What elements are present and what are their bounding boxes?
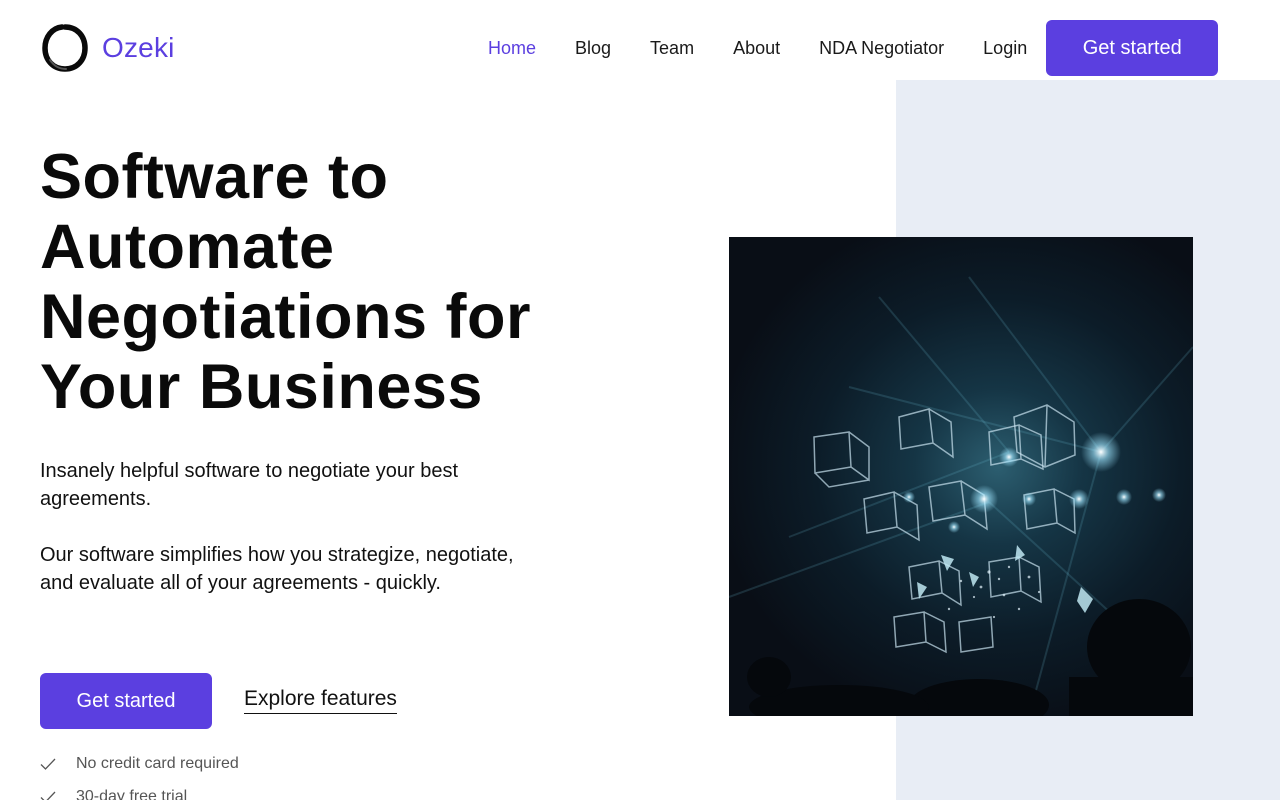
check-icon — [40, 756, 56, 772]
light-cubes-illustration — [729, 276, 1193, 716]
header-get-started-button[interactable]: Get started — [1046, 20, 1219, 76]
hero-title-line: Automate — [40, 212, 335, 282]
perks-list: No credit card required 30-day free tria… — [40, 752, 239, 800]
hero-title-line: Negotiations for — [40, 282, 531, 352]
nav-home-link[interactable]: Home — [488, 38, 536, 59]
enso-circle-icon — [40, 22, 90, 74]
perk-label: 30-day free trial — [76, 788, 188, 800]
hero-get-started-button[interactable]: Get started — [40, 673, 212, 729]
hero-title: Software to Automate Negotiations for Yo… — [40, 142, 600, 422]
hero-lead-text: Insanely helpful software to negotiate y… — [40, 460, 459, 510]
brand-name: Ozeki — [102, 32, 175, 63]
check-icon — [40, 789, 56, 800]
nav-team-link[interactable]: Team — [650, 38, 694, 59]
perk-item: 30-day free trial — [40, 785, 239, 800]
nav-about-link[interactable]: About — [733, 38, 780, 59]
main-nav: Home Blog Team About NDA Negotiator Logi… — [488, 20, 1219, 76]
explore-features-link[interactable]: Explore features — [244, 686, 397, 714]
nav-nda-negotiator-link[interactable]: NDA Negotiator — [819, 38, 944, 59]
nav-blog-link[interactable]: Blog — [575, 38, 611, 59]
hero-description-text: Our software simplifies how you strategi… — [40, 544, 514, 594]
landing-page: Ozeki Home Blog Team About NDA Negotiato… — [0, 0, 1280, 800]
perk-item: No credit card required — [40, 752, 239, 776]
hero-image — [729, 237, 1193, 716]
perk-label: No credit card required — [76, 755, 239, 772]
nav-login-link[interactable]: Login — [983, 38, 1027, 59]
hero-title-line: Your Business — [40, 352, 483, 422]
hero-title-line: Software to — [40, 142, 389, 212]
site-header: Ozeki Home Blog Team About NDA Negotiato… — [0, 0, 1280, 96]
brand-logo-link[interactable]: Ozeki — [40, 22, 175, 74]
